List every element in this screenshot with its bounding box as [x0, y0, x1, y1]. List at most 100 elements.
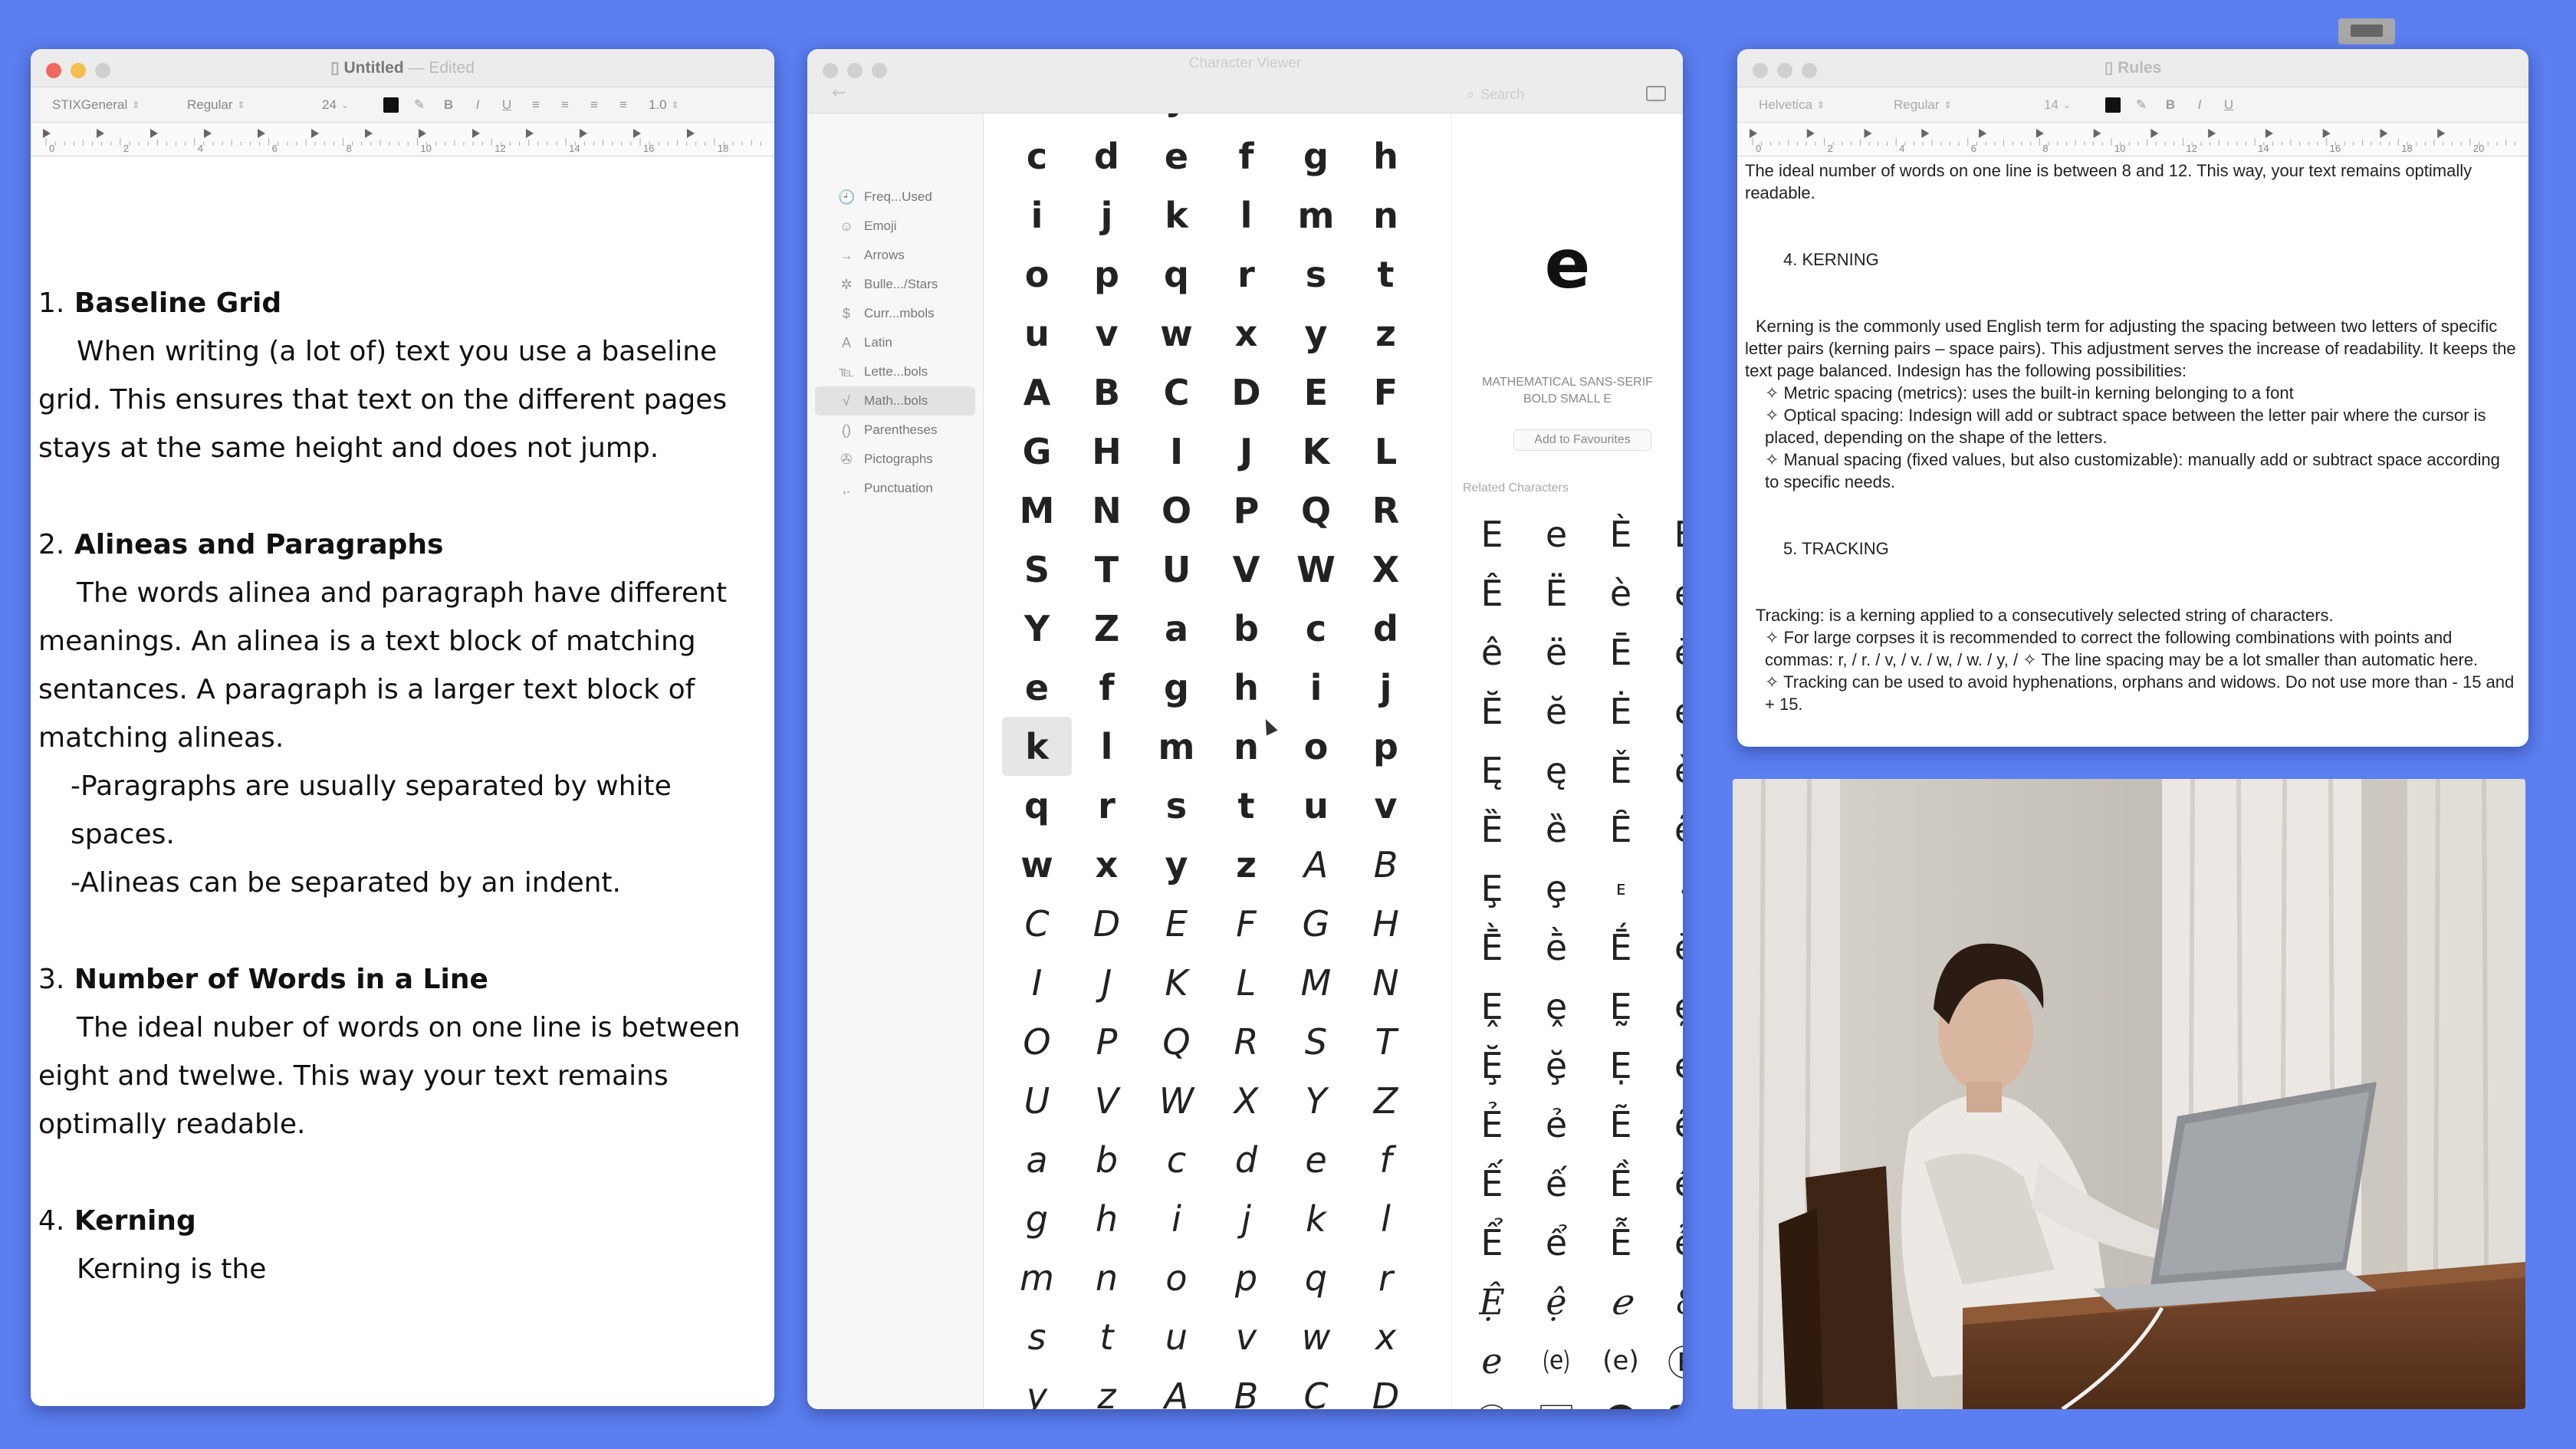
- related-character-cell[interactable]: Ẹ: [1589, 1036, 1653, 1095]
- character-cell[interactable]: S: [1002, 540, 1072, 599]
- related-character-cell[interactable]: ě: [1653, 741, 1683, 800]
- character-cell[interactable]: s: [1002, 1307, 1072, 1366]
- tab-stop-icon[interactable]: [1864, 129, 1872, 138]
- character-cell[interactable]: v: [1351, 776, 1421, 835]
- character-cell[interactable]: h: [1072, 1189, 1142, 1248]
- related-character-cell[interactable]: Ë: [1524, 564, 1589, 623]
- related-character-cell[interactable]: ℰ: [1653, 1272, 1683, 1331]
- character-cell[interactable]: D: [1211, 363, 1281, 422]
- tab-stop-icon[interactable]: [2208, 129, 2216, 138]
- related-character-cell[interactable]: ⒠: [1524, 1331, 1589, 1390]
- tab-stop-icon[interactable]: [2265, 129, 2273, 138]
- tab-stop-icon[interactable]: [97, 129, 104, 138]
- tab-stop-icon[interactable]: [204, 129, 212, 138]
- character-cell[interactable]: l: [1072, 717, 1142, 776]
- sidebar-item[interactable]: $ Curr...mbols: [807, 299, 983, 328]
- related-character-cell[interactable]: ế: [1524, 1154, 1589, 1213]
- font-size-select[interactable]: 24 ⌄: [317, 96, 371, 114]
- add-to-favourites-button[interactable]: Add to Favourites: [1513, 429, 1651, 451]
- character-cell[interactable]: k: [1281, 1189, 1351, 1248]
- character-cell[interactable]: u: [1142, 1307, 1211, 1366]
- related-character-cell[interactable]: Ế: [1460, 1154, 1524, 1213]
- character-cell[interactable]: r: [1351, 1248, 1421, 1307]
- underline-button[interactable]: U: [2220, 97, 2237, 113]
- related-character-cell[interactable]: ℯ: [1589, 1272, 1653, 1331]
- character-cell[interactable]: I: [1142, 422, 1211, 481]
- related-character-cell[interactable]: è: [1589, 564, 1653, 623]
- font-size-select[interactable]: 14 ⌄: [2039, 96, 2093, 114]
- character-cell[interactable]: J: [1211, 422, 1281, 481]
- character-cell[interactable]: L: [1211, 953, 1281, 1012]
- related-character-cell[interactable]: Ḛ: [1589, 977, 1653, 1036]
- character-cell[interactable]: s: [1281, 245, 1351, 304]
- character-cell[interactable]: r: [1072, 776, 1142, 835]
- related-character-cell[interactable]: e: [1524, 504, 1589, 564]
- character-cell[interactable]: a: [1142, 599, 1211, 658]
- tab-stop-icon[interactable]: [43, 129, 51, 138]
- character-cell[interactable]: w: [1002, 113, 1072, 127]
- tab-stop-icon[interactable]: [1806, 129, 1815, 138]
- tab-stop-icon[interactable]: [419, 129, 426, 138]
- character-cell[interactable]: j: [1351, 658, 1421, 717]
- character-cell[interactable]: c: [1142, 1130, 1211, 1189]
- tab-stop-icon[interactable]: [2380, 129, 2388, 138]
- character-cell[interactable]: o: [1142, 1248, 1211, 1307]
- bold-button[interactable]: B: [440, 97, 457, 113]
- character-cell[interactable]: p: [1351, 717, 1421, 776]
- character-cell[interactable]: k: [1142, 186, 1211, 245]
- character-cell[interactable]: e: [1281, 1130, 1351, 1189]
- sidebar-item[interactable]: ,. Punctuation: [807, 474, 983, 503]
- character-cell[interactable]: D: [1072, 894, 1142, 953]
- related-character-cell[interactable]: Ȩ: [1460, 859, 1524, 918]
- character-cell[interactable]: v: [1211, 1307, 1281, 1366]
- character-cell[interactable]: s: [1142, 776, 1211, 835]
- character-cell[interactable]: e: [1142, 127, 1211, 186]
- character-cell[interactable]: x: [1072, 113, 1142, 127]
- character-cell[interactable]: a: [1002, 1130, 1072, 1189]
- character-cell[interactable]: O: [1002, 1012, 1072, 1071]
- document-text-area[interactable]: 1. Baseline Grid When writing (a lot of) …: [38, 279, 759, 1342]
- related-character-cell[interactable]: ễ: [1653, 1213, 1683, 1272]
- character-cell[interactable]: t: [1351, 245, 1421, 304]
- character-cell[interactable]: Y: [1002, 599, 1072, 658]
- character-cell[interactable]: C: [1002, 894, 1072, 953]
- character-cell[interactable]: q: [1281, 1248, 1351, 1307]
- related-character-cell[interactable]: Ę: [1460, 741, 1524, 800]
- character-cell[interactable]: Z: [1072, 599, 1142, 658]
- character-cell[interactable]: h: [1351, 127, 1421, 186]
- character-cell[interactable]: P: [1211, 481, 1281, 540]
- character-cell[interactable]: E: [1281, 363, 1351, 422]
- related-character-cell[interactable]: È: [1589, 504, 1653, 564]
- character-cell[interactable]: w: [1142, 304, 1211, 363]
- font-family-select[interactable]: Helvetica ⇕: [1754, 96, 1877, 114]
- character-cell[interactable]: G: [1281, 894, 1351, 953]
- related-character-cell[interactable]: Ề: [1589, 1154, 1653, 1213]
- highlight-pen-icon[interactable]: ✎: [411, 97, 428, 113]
- related-character-cell[interactable]: Ễ: [1589, 1213, 1653, 1272]
- character-cell[interactable]: z: [1351, 304, 1421, 363]
- related-character-cell[interactable]: Ė: [1589, 682, 1653, 741]
- font-style-select[interactable]: Regular ⇕: [1889, 96, 2027, 114]
- related-character-cell[interactable]: ë: [1524, 623, 1589, 682]
- tab-stop-icon[interactable]: [2093, 129, 2101, 138]
- character-cell[interactable]: f: [1072, 658, 1142, 717]
- text-color-swatch[interactable]: [2105, 97, 2121, 113]
- related-character-cell[interactable]: Ḙ: [1460, 977, 1524, 1036]
- rules-text-area[interactable]: The ideal number of words on one line is…: [1745, 159, 2516, 715]
- character-cell[interactable]: d: [1072, 127, 1142, 186]
- character-cell[interactable]: y: [1281, 304, 1351, 363]
- text-color-swatch[interactable]: [383, 97, 399, 113]
- character-cell[interactable]: j: [1072, 186, 1142, 245]
- character-cell[interactable]: b: [1211, 599, 1281, 658]
- character-cell[interactable]: l: [1351, 1189, 1421, 1248]
- character-cell[interactable]: T: [1351, 1012, 1421, 1071]
- character-cell[interactable]: p: [1072, 245, 1142, 304]
- character-cell[interactable]: x: [1072, 835, 1142, 894]
- character-cell[interactable]: q: [1002, 776, 1072, 835]
- character-cell[interactable]: x: [1211, 304, 1281, 363]
- justify-icon[interactable]: ≡: [615, 97, 632, 113]
- sidebar-toggle-icon[interactable]: [1646, 86, 1666, 101]
- character-cell[interactable]: G: [1002, 422, 1072, 481]
- related-character-cell[interactable]: Ẻ: [1460, 1095, 1524, 1154]
- related-character-cell[interactable]: ė: [1653, 682, 1683, 741]
